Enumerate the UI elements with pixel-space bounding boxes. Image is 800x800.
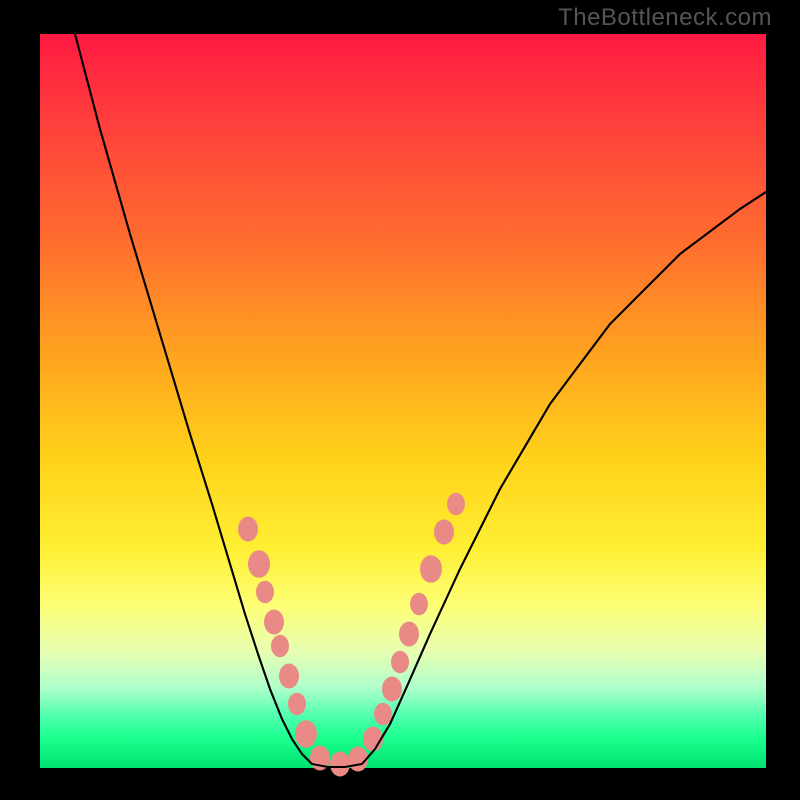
gradient-panel: [40, 34, 766, 768]
watermark-text: TheBottleneck.com: [558, 4, 772, 32]
chart-stage: TheBottleneck.com: [0, 0, 800, 800]
